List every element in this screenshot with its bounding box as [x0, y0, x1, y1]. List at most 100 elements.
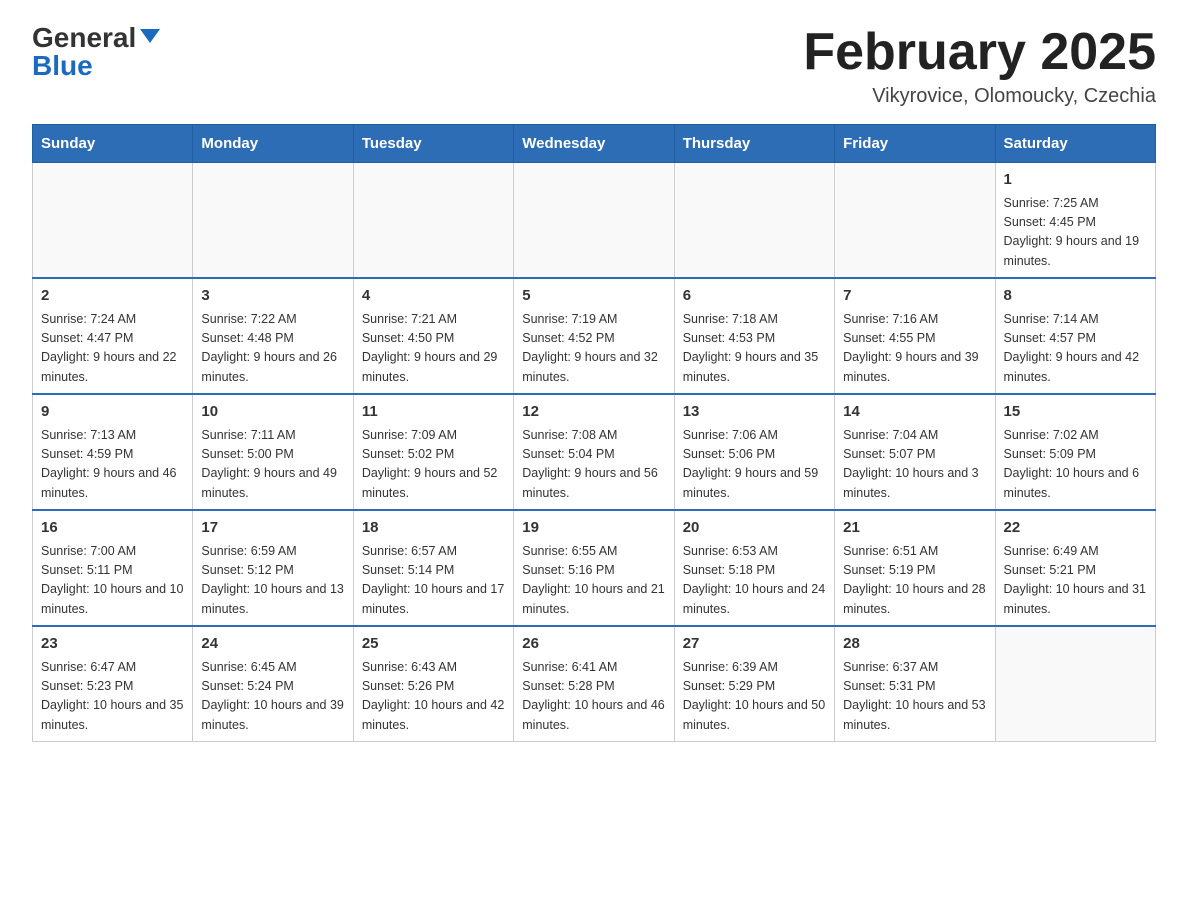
calendar-cell: 20Sunrise: 6:53 AMSunset: 5:18 PMDayligh… — [674, 510, 834, 626]
day-number: 21 — [843, 517, 986, 540]
day-number: 10 — [201, 401, 344, 424]
calendar-cell — [835, 163, 995, 279]
day-number: 6 — [683, 285, 826, 308]
day-info: Sunrise: 7:21 AMSunset: 4:50 PMDaylight:… — [362, 310, 505, 388]
day-number: 22 — [1004, 517, 1147, 540]
weekday-header-friday: Friday — [835, 125, 995, 163]
day-number: 23 — [41, 633, 184, 656]
calendar-cell: 5Sunrise: 7:19 AMSunset: 4:52 PMDaylight… — [514, 278, 674, 394]
calendar-cell: 14Sunrise: 7:04 AMSunset: 5:07 PMDayligh… — [835, 394, 995, 510]
day-info: Sunrise: 7:19 AMSunset: 4:52 PMDaylight:… — [522, 310, 665, 388]
logo-blue-text: Blue — [32, 50, 93, 81]
calendar-cell: 6Sunrise: 7:18 AMSunset: 4:53 PMDaylight… — [674, 278, 834, 394]
day-info: Sunrise: 6:55 AMSunset: 5:16 PMDaylight:… — [522, 542, 665, 620]
week-row-2: 2Sunrise: 7:24 AMSunset: 4:47 PMDaylight… — [33, 278, 1156, 394]
calendar-cell: 7Sunrise: 7:16 AMSunset: 4:55 PMDaylight… — [835, 278, 995, 394]
week-row-4: 16Sunrise: 7:00 AMSunset: 5:11 PMDayligh… — [33, 510, 1156, 626]
logo-triangle-icon — [140, 29, 160, 43]
day-info: Sunrise: 6:53 AMSunset: 5:18 PMDaylight:… — [683, 542, 826, 620]
day-info: Sunrise: 7:06 AMSunset: 5:06 PMDaylight:… — [683, 426, 826, 504]
day-info: Sunrise: 6:47 AMSunset: 5:23 PMDaylight:… — [41, 658, 184, 736]
day-info: Sunrise: 7:14 AMSunset: 4:57 PMDaylight:… — [1004, 310, 1147, 388]
calendar-cell: 13Sunrise: 7:06 AMSunset: 5:06 PMDayligh… — [674, 394, 834, 510]
day-number: 19 — [522, 517, 665, 540]
day-number: 17 — [201, 517, 344, 540]
day-info: Sunrise: 6:59 AMSunset: 5:12 PMDaylight:… — [201, 542, 344, 620]
day-info: Sunrise: 7:13 AMSunset: 4:59 PMDaylight:… — [41, 426, 184, 504]
calendar-cell: 9Sunrise: 7:13 AMSunset: 4:59 PMDaylight… — [33, 394, 193, 510]
day-info: Sunrise: 7:09 AMSunset: 5:02 PMDaylight:… — [362, 426, 505, 504]
calendar-cell — [995, 626, 1155, 742]
day-number: 20 — [683, 517, 826, 540]
calendar-cell: 2Sunrise: 7:24 AMSunset: 4:47 PMDaylight… — [33, 278, 193, 394]
calendar-cell: 25Sunrise: 6:43 AMSunset: 5:26 PMDayligh… — [353, 626, 513, 742]
day-info: Sunrise: 6:41 AMSunset: 5:28 PMDaylight:… — [522, 658, 665, 736]
day-number: 1 — [1004, 169, 1147, 192]
page-header: GeneralBlue February 2025 Vikyrovice, Ol… — [32, 24, 1156, 108]
weekday-header-thursday: Thursday — [674, 125, 834, 163]
calendar-cell: 21Sunrise: 6:51 AMSunset: 5:19 PMDayligh… — [835, 510, 995, 626]
calendar-cell — [674, 163, 834, 279]
title-section: February 2025 Vikyrovice, Olomoucky, Cze… — [803, 24, 1156, 108]
day-info: Sunrise: 7:04 AMSunset: 5:07 PMDaylight:… — [843, 426, 986, 504]
day-number: 3 — [201, 285, 344, 308]
calendar-subtitle: Vikyrovice, Olomoucky, Czechia — [803, 85, 1156, 108]
calendar-cell: 4Sunrise: 7:21 AMSunset: 4:50 PMDaylight… — [353, 278, 513, 394]
week-row-3: 9Sunrise: 7:13 AMSunset: 4:59 PMDaylight… — [33, 394, 1156, 510]
day-info: Sunrise: 7:22 AMSunset: 4:48 PMDaylight:… — [201, 310, 344, 388]
day-number: 7 — [843, 285, 986, 308]
day-info: Sunrise: 7:16 AMSunset: 4:55 PMDaylight:… — [843, 310, 986, 388]
calendar-cell: 27Sunrise: 6:39 AMSunset: 5:29 PMDayligh… — [674, 626, 834, 742]
week-row-1: 1Sunrise: 7:25 AMSunset: 4:45 PMDaylight… — [33, 163, 1156, 279]
day-number: 14 — [843, 401, 986, 424]
day-info: Sunrise: 7:08 AMSunset: 5:04 PMDaylight:… — [522, 426, 665, 504]
day-number: 28 — [843, 633, 986, 656]
calendar-cell: 24Sunrise: 6:45 AMSunset: 5:24 PMDayligh… — [193, 626, 353, 742]
day-number: 26 — [522, 633, 665, 656]
day-number: 11 — [362, 401, 505, 424]
logo: GeneralBlue — [32, 24, 160, 80]
day-info: Sunrise: 7:18 AMSunset: 4:53 PMDaylight:… — [683, 310, 826, 388]
calendar-cell: 3Sunrise: 7:22 AMSunset: 4:48 PMDaylight… — [193, 278, 353, 394]
calendar-cell: 8Sunrise: 7:14 AMSunset: 4:57 PMDaylight… — [995, 278, 1155, 394]
calendar-cell: 26Sunrise: 6:41 AMSunset: 5:28 PMDayligh… — [514, 626, 674, 742]
day-number: 27 — [683, 633, 826, 656]
week-row-5: 23Sunrise: 6:47 AMSunset: 5:23 PMDayligh… — [33, 626, 1156, 742]
weekday-header-row: SundayMondayTuesdayWednesdayThursdayFrid… — [33, 125, 1156, 163]
day-number: 4 — [362, 285, 505, 308]
calendar-cell: 11Sunrise: 7:09 AMSunset: 5:02 PMDayligh… — [353, 394, 513, 510]
weekday-header-saturday: Saturday — [995, 125, 1155, 163]
day-info: Sunrise: 7:25 AMSunset: 4:45 PMDaylight:… — [1004, 194, 1147, 272]
day-number: 13 — [683, 401, 826, 424]
calendar-cell: 12Sunrise: 7:08 AMSunset: 5:04 PMDayligh… — [514, 394, 674, 510]
day-info: Sunrise: 6:43 AMSunset: 5:26 PMDaylight:… — [362, 658, 505, 736]
calendar-cell: 22Sunrise: 6:49 AMSunset: 5:21 PMDayligh… — [995, 510, 1155, 626]
calendar-cell: 10Sunrise: 7:11 AMSunset: 5:00 PMDayligh… — [193, 394, 353, 510]
calendar-cell: 28Sunrise: 6:37 AMSunset: 5:31 PMDayligh… — [835, 626, 995, 742]
weekday-header-tuesday: Tuesday — [353, 125, 513, 163]
day-info: Sunrise: 6:51 AMSunset: 5:19 PMDaylight:… — [843, 542, 986, 620]
calendar-cell: 16Sunrise: 7:00 AMSunset: 5:11 PMDayligh… — [33, 510, 193, 626]
day-number: 8 — [1004, 285, 1147, 308]
calendar-cell — [193, 163, 353, 279]
day-number: 9 — [41, 401, 184, 424]
day-number: 18 — [362, 517, 505, 540]
calendar-cell: 17Sunrise: 6:59 AMSunset: 5:12 PMDayligh… — [193, 510, 353, 626]
calendar-title: February 2025 — [803, 24, 1156, 81]
day-info: Sunrise: 7:02 AMSunset: 5:09 PMDaylight:… — [1004, 426, 1147, 504]
calendar-cell — [33, 163, 193, 279]
day-info: Sunrise: 7:00 AMSunset: 5:11 PMDaylight:… — [41, 542, 184, 620]
day-number: 5 — [522, 285, 665, 308]
day-info: Sunrise: 6:57 AMSunset: 5:14 PMDaylight:… — [362, 542, 505, 620]
logo-text: GeneralBlue — [32, 24, 160, 80]
day-number: 12 — [522, 401, 665, 424]
weekday-header-sunday: Sunday — [33, 125, 193, 163]
day-number: 16 — [41, 517, 184, 540]
day-info: Sunrise: 6:37 AMSunset: 5:31 PMDaylight:… — [843, 658, 986, 736]
day-info: Sunrise: 7:11 AMSunset: 5:00 PMDaylight:… — [201, 426, 344, 504]
day-number: 15 — [1004, 401, 1147, 424]
day-number: 24 — [201, 633, 344, 656]
day-info: Sunrise: 7:24 AMSunset: 4:47 PMDaylight:… — [41, 310, 184, 388]
calendar-cell: 18Sunrise: 6:57 AMSunset: 5:14 PMDayligh… — [353, 510, 513, 626]
calendar-cell — [353, 163, 513, 279]
